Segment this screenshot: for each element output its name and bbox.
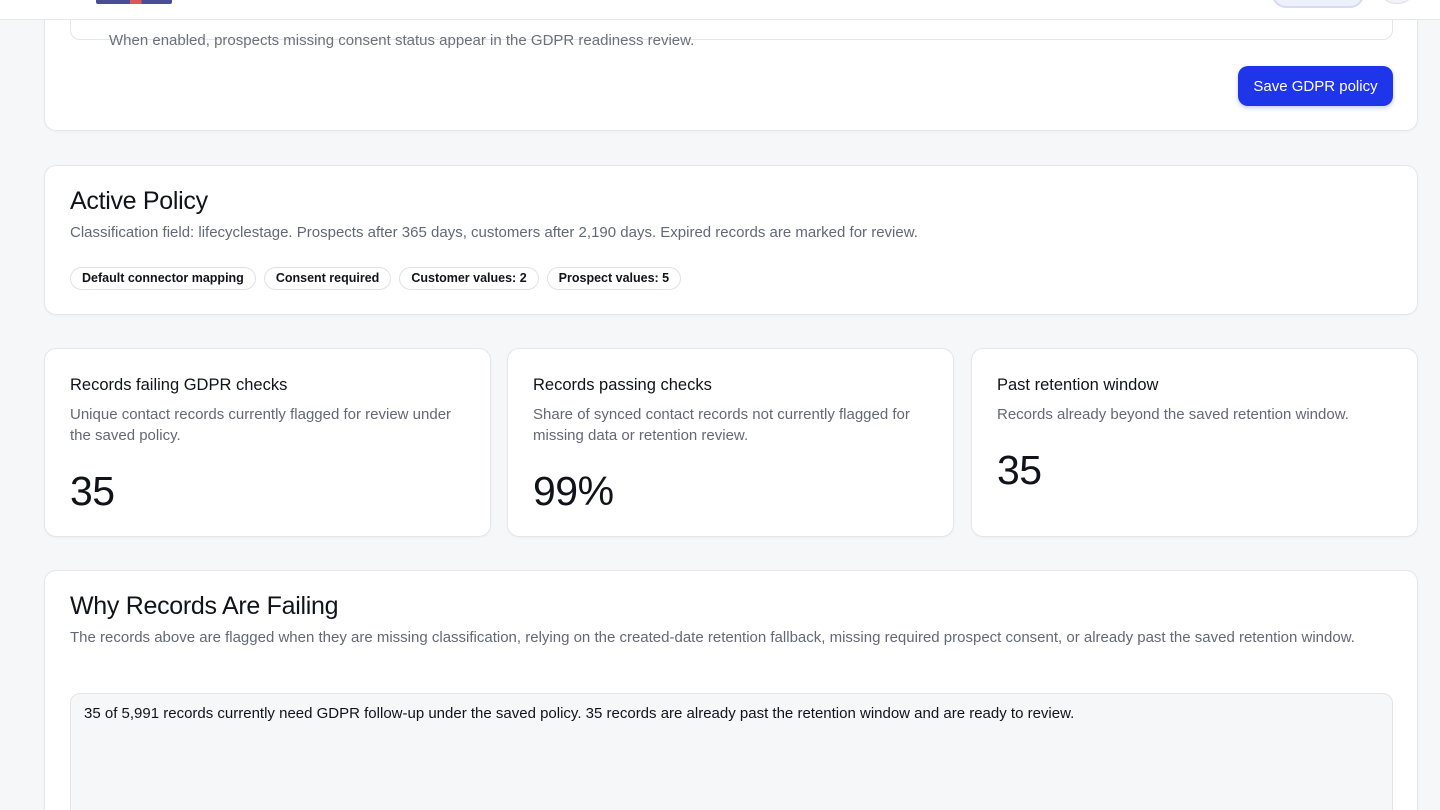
failure-summary-box: 35 of 5,991 records currently need GDPR … xyxy=(70,693,1393,810)
metric-card-failing: Records failing GDPR checks Unique conta… xyxy=(44,348,491,537)
why-records-failing-card: Why Records Are Failing The records abov… xyxy=(44,570,1418,810)
active-policy-title: Active Policy xyxy=(70,187,208,215)
app-header xyxy=(0,0,1440,20)
why-failing-description: The records above are flagged when they … xyxy=(70,629,1355,646)
metric-title: Records failing GDPR checks xyxy=(70,376,288,394)
metric-title: Records passing checks xyxy=(533,376,712,394)
metric-description: Records already beyond the saved retenti… xyxy=(997,406,1349,423)
active-policy-description: Classification field: lifecyclestage. Pr… xyxy=(70,224,918,241)
avatar[interactable] xyxy=(1382,0,1412,4)
metric-title: Past retention window xyxy=(997,376,1159,394)
metric-description: Share of synced contact records not curr… xyxy=(533,406,910,444)
chip-consent-required: Consent required xyxy=(263,267,392,290)
metric-card-retention: Past retention window Records already be… xyxy=(971,348,1418,537)
metric-value: 35 xyxy=(997,447,1042,493)
metric-value: 99% xyxy=(533,468,614,514)
metric-card-passing: Records passing checks Share of synced c… xyxy=(507,348,954,537)
header-action-button[interactable] xyxy=(1272,0,1364,8)
policy-chip-list: Default connector mapping Consent requir… xyxy=(70,267,682,290)
why-failing-title: Why Records Are Failing xyxy=(70,592,339,620)
brand-logo[interactable] xyxy=(96,0,172,4)
chip-prospect-values: Prospect values: 5 xyxy=(546,267,682,290)
metric-description: Unique contact records currently flagged… xyxy=(70,406,452,444)
chip-connector-mapping: Default connector mapping xyxy=(70,267,256,290)
save-gdpr-policy-button[interactable]: Save GDPR policy xyxy=(1238,66,1393,106)
metric-value: 35 xyxy=(70,468,115,514)
active-policy-card: Active Policy Classification field: life… xyxy=(44,165,1418,315)
chip-customer-values: Customer values: 2 xyxy=(399,267,539,290)
consent-hint-text: When enabled, prospects missing consent … xyxy=(109,32,695,49)
